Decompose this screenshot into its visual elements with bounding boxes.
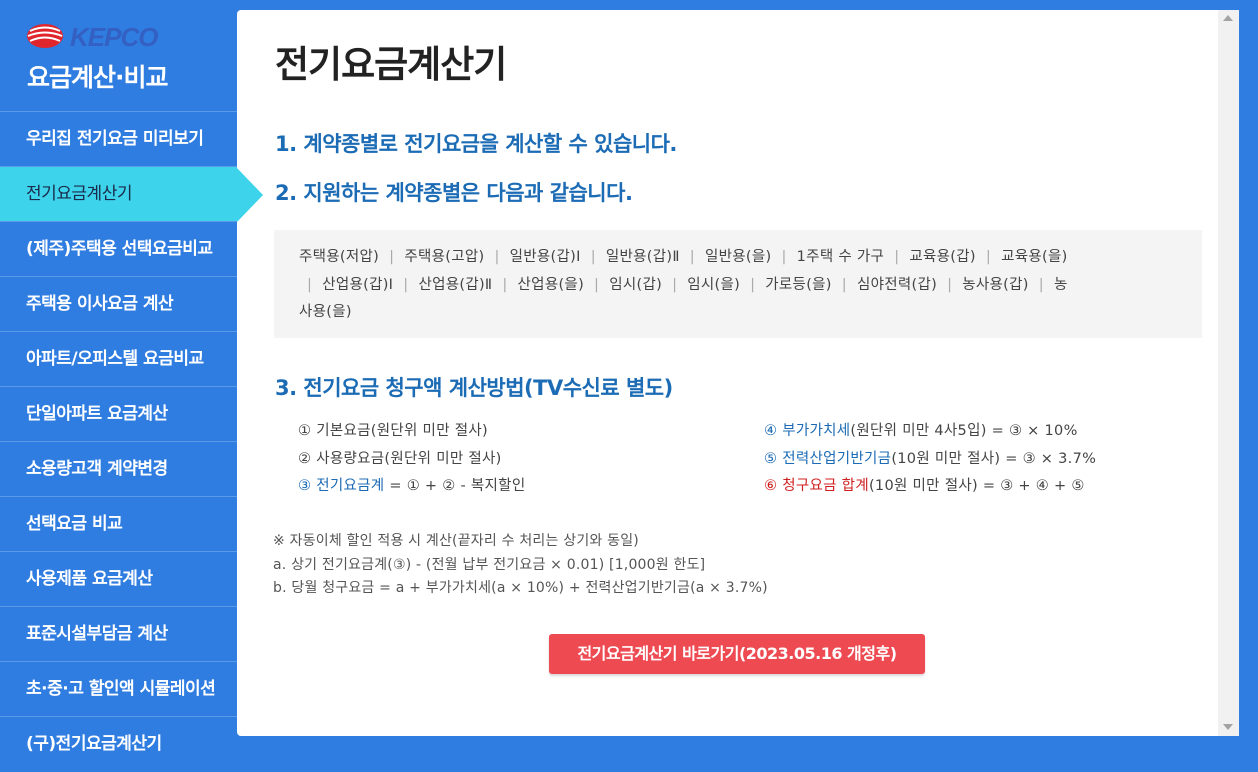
- scroll-up-arrow-icon[interactable]: [1223, 15, 1233, 21]
- calc-basic-fee: ① 기본요금(원단위 미만 절사): [298, 423, 488, 439]
- contract-type: 임시(갑): [609, 276, 663, 293]
- contract-type: 가로등(을): [765, 276, 832, 293]
- sidebar-menu: 우리집 전기요금 미리보기 전기요금계산기 (제주)주택용 선택요금비교 주택용…: [0, 111, 237, 771]
- sidebar-item-jeju-compare[interactable]: (제주)주택용 선택요금비교: [0, 221, 237, 276]
- calc-fund: ⑤ 전력산업기반기금(10원 미만 절사) = ③ × 3.7%: [764, 446, 1096, 474]
- calc-right-column: ④ 부가가치세(원단위 미만 4사5입) = ③ × 10% ⑤ 전력산업기반기…: [764, 418, 1096, 501]
- sidebar-item-option-compare[interactable]: 선택요금 비교: [0, 496, 237, 551]
- contract-type: 일반용(갑)Ⅱ: [605, 249, 680, 265]
- calc-electric-total-formula: = ① + ② - 복지할인: [384, 478, 526, 494]
- contract-type: 주택용(고압): [404, 249, 485, 265]
- calc-fund-formula: (10원 미만 절사) = ③ × 3.7%: [891, 450, 1097, 467]
- content-panel: 전기요금계산기 1. 계약종별로 전기요금을 계산할 수 있습니다. 2. 지원…: [237, 10, 1239, 736]
- note-line: a. 상기 전기요금계(③) - (전월 납부 전기요금 × 0.01) [1,…: [273, 556, 706, 573]
- contract-types-box: 주택용(저압) | 주택용(고압) | 일반용(갑)Ⅰ | 일반용(갑)Ⅱ | 일반용(을) | 1…: [274, 230, 1202, 338]
- sidebar-item-moving-calc[interactable]: 주택용 이사요금 계산: [0, 276, 237, 331]
- contract-line-1: 주택용(저압) | 주택용(고압) | 일반용(갑)Ⅰ | 일반용(갑)Ⅱ | 일반용(을) | 1…: [299, 249, 1068, 265]
- sidebar-item-old-calculator[interactable]: (구)전기요금계산기: [0, 716, 237, 771]
- contract-type: 주택용(저압): [299, 249, 380, 265]
- contract-type: 교육용(을): [1001, 249, 1068, 265]
- sidebar-item-contract-change[interactable]: 소용량고객 계약변경: [0, 441, 237, 496]
- calculator-shortcut-button[interactable]: 전기요금계산기 바로가기(2023.05.16 개정후): [549, 634, 925, 674]
- contract-type: 1주택 수 가구: [796, 249, 885, 265]
- calc-bill-total-formula: (10원 미만 절사) = ③ + ④ + ⑤: [868, 478, 1085, 494]
- contract-line-2: | 산업용(갑)Ⅰ | 산업용(갑)Ⅱ | 산업용(을) | 임시(갑) | 임시(을) | 가로등(…: [307, 276, 1068, 293]
- note-line: ※ 자동이체 할인 적용 시 계산(끝자리 수 처리는 상기와 동일): [273, 533, 639, 549]
- contract-type: 산업용(갑)Ⅱ: [418, 276, 493, 293]
- sidebar-item-calculator[interactable]: 전기요금계산기: [0, 166, 237, 221]
- step1-heading: 1. 계약종별로 전기요금을 계산할 수 있습니다.: [275, 132, 677, 156]
- scroll-down-arrow-icon[interactable]: [1223, 724, 1233, 730]
- app-title: 요금계산·비교: [27, 63, 168, 92]
- contract-type: 산업용(갑)Ⅰ: [322, 276, 394, 293]
- calc-bill-total-label: ⑥ 청구요금 합계: [764, 478, 869, 494]
- contract-type: 농: [1053, 276, 1068, 293]
- calc-electric-total: ③ 전기요금계 = ① + ② - 복지할인: [298, 473, 525, 501]
- logo-area: KEPCO 요금계산·비교: [0, 0, 237, 111]
- contract-type: 임시(을): [687, 276, 741, 293]
- calc-electric-total-label: ③ 전기요금계: [298, 478, 385, 494]
- contract-type: 일반용(을): [704, 249, 772, 265]
- sidebar-item-appliance-calc[interactable]: 사용제품 요금계산: [0, 551, 237, 606]
- note-line: b. 당월 청구요금 = a + 부가가치세(a × 10%) + 전력산업기반…: [273, 580, 768, 596]
- sidebar-item-apartment-compare[interactable]: 아파트/오피스텔 요금비교: [0, 331, 237, 386]
- step2-heading: 2. 지원하는 계약종별은 다음과 같습니다.: [275, 181, 633, 205]
- sidebar-item-facility-charge[interactable]: 표준시설부담금 계산: [0, 606, 237, 661]
- calc-bill-total: ⑥ 청구요금 합계(10원 미만 절사) = ③ + ④ + ⑤: [764, 473, 1096, 501]
- calc-left-column: ① 기본요금(원단위 미만 절사) ② 사용량요금(원단위 미만 절사) ③ 전…: [298, 418, 525, 501]
- contract-type: 농사용(갑): [962, 276, 1029, 293]
- sidebar: KEPCO 요금계산·비교 우리집 전기요금 미리보기 전기요금계산기 (제주)…: [0, 0, 237, 772]
- sidebar-item-school-discount[interactable]: 초·중·고 할인액 시뮬레이션: [0, 661, 237, 716]
- contract-type: 일반용(갑)Ⅰ: [509, 249, 581, 265]
- page-title: 전기요금계산기: [275, 43, 507, 86]
- step3-heading: 3. 전기요금 청구액 계산방법(TV수신료 별도): [275, 376, 673, 400]
- calc-usage-fee: ② 사용량요금(원단위 미만 절사): [298, 450, 502, 467]
- contract-type: 심야전력(갑): [856, 276, 938, 293]
- calc-vat: ④ 부가가치세(원단위 미만 4사5입) = ③ × 10%: [764, 418, 1096, 446]
- auto-debit-notes: ※ 자동이체 할인 적용 시 계산(끝자리 수 처리는 상기와 동일) a. 상…: [273, 530, 768, 601]
- sidebar-item-home-preview[interactable]: 우리집 전기요금 미리보기: [0, 111, 237, 166]
- contract-type: 산업용(을): [517, 276, 585, 293]
- calc-fund-label: ⑤ 전력산업기반기금: [764, 450, 892, 467]
- contract-type: 사용(을): [299, 304, 352, 320]
- contract-type: 교육용(갑): [909, 249, 976, 265]
- scrollbar[interactable]: [1218, 10, 1239, 736]
- active-menu-arrow: [237, 168, 263, 222]
- kepco-logo-text: KEPCO: [70, 22, 158, 52]
- sidebar-item-single-apartment[interactable]: 단일아파트 요금계산: [0, 386, 237, 441]
- calc-vat-label: ④ 부가가치세: [764, 423, 851, 439]
- contract-line-3: 사용(을): [299, 299, 1180, 327]
- calc-vat-formula: (원단위 미만 4사5입) = ③ × 10%: [850, 423, 1078, 439]
- kepco-logo-icon: [27, 24, 63, 48]
